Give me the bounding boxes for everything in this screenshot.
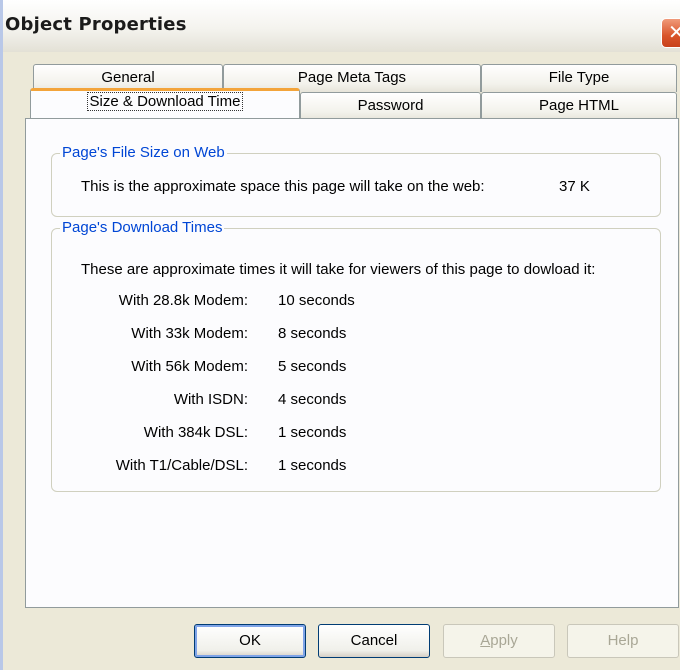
download-row-value: 10 seconds [278, 292, 355, 309]
help-button-label: Help [607, 632, 639, 649]
file-size-group-title: Page's File Size on Web [60, 144, 227, 161]
download-row-value: 1 seconds [278, 424, 347, 441]
tab-label: File Type [548, 69, 610, 86]
download-row-label: With 56k Modem: [131, 358, 248, 375]
apply-mnemonic: A [480, 632, 491, 649]
help-button[interactable]: Help [567, 624, 679, 658]
download-times-description: These are approximate times it will take… [81, 261, 596, 278]
tab-label: Size & Download Time [86, 92, 244, 111]
download-row-label: With T1/Cable/DSL: [115, 457, 248, 474]
tab-label: Page Meta Tags [297, 69, 407, 86]
download-row-label: With ISDN: [173, 391, 248, 408]
download-row-label: With 28.8k Modem: [118, 292, 248, 309]
tab-size-download-time[interactable]: Size & Download Time [30, 88, 300, 118]
download-times-group: Page's Download Times These are approxim… [51, 219, 661, 492]
tab-password[interactable]: Password [300, 92, 481, 120]
tab-file-type[interactable]: File Type [481, 64, 677, 92]
tab-label: General [101, 69, 155, 86]
download-row-value: 1 seconds [278, 457, 347, 474]
download-row-value: 8 seconds [278, 325, 347, 342]
cancel-button[interactable]: Cancel [318, 624, 430, 658]
download-row-label: With 384k DSL: [143, 424, 248, 441]
download-row-value: 4 seconds [278, 391, 347, 408]
tab-page-html[interactable]: Page HTML [481, 92, 677, 120]
ok-button[interactable]: OK [194, 624, 306, 658]
window-title: Object Properties [5, 14, 187, 35]
apply-button[interactable]: Apply [443, 624, 555, 658]
tab-label: Page HTML [538, 97, 620, 114]
download-times-group-title: Page's Download Times [60, 219, 225, 236]
file-size-group: Page's File Size on Web This is the appr… [51, 144, 661, 217]
file-size-description: This is the approximate space this page … [81, 178, 485, 195]
close-icon: ✕ [668, 20, 680, 44]
download-row-label: With 33k Modem: [131, 325, 248, 342]
tab-panel: Page's File Size on Web This is the appr… [25, 118, 679, 608]
dialog-window: Object Properties ✕ General Page Meta Ta… [0, 0, 680, 670]
file-size-value: 37 K [559, 178, 590, 195]
download-row-value: 5 seconds [278, 358, 347, 375]
apply-button-label: pply [490, 632, 518, 649]
ok-button-label: OK [239, 632, 261, 649]
cancel-button-label: Cancel [350, 632, 398, 649]
title-bar[interactable]: Object Properties ✕ [3, 0, 680, 52]
close-button[interactable]: ✕ [661, 18, 680, 48]
tab-label: Password [357, 97, 424, 114]
